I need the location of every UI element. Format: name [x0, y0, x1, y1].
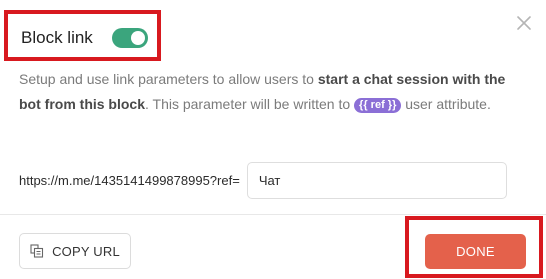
- title-row: Block link: [21, 25, 148, 51]
- description-part1: Setup and use link parameters to allow u…: [19, 71, 318, 87]
- ref-attribute-tag: {{ ref }}: [354, 97, 402, 113]
- block-link-toggle[interactable]: [111, 28, 148, 48]
- toggle-knob: [130, 31, 145, 45]
- done-button[interactable]: DONE: [425, 234, 526, 269]
- copy-url-label: COPY URL: [52, 243, 120, 259]
- description-part2: . This parameter will be written to: [145, 95, 355, 112]
- close-icon[interactable]: [513, 12, 535, 34]
- copy-url-button[interactable]: COPY URL: [19, 233, 131, 269]
- url-prefix: https://m.me/1435141499878995?ref=: [19, 173, 240, 188]
- dialog-title: Block link: [21, 28, 93, 47]
- description-text: Setup and use link parameters to allow u…: [19, 67, 519, 116]
- divider: [0, 214, 546, 215]
- description-part3: user attribute.: [401, 95, 491, 112]
- block-link-dialog: Block link Setup and use link parameters…: [0, 0, 546, 279]
- ref-parameter-input[interactable]: [246, 162, 507, 199]
- url-row: https://m.me/1435141499878995?ref=: [19, 162, 507, 199]
- copy-icon: [30, 244, 44, 258]
